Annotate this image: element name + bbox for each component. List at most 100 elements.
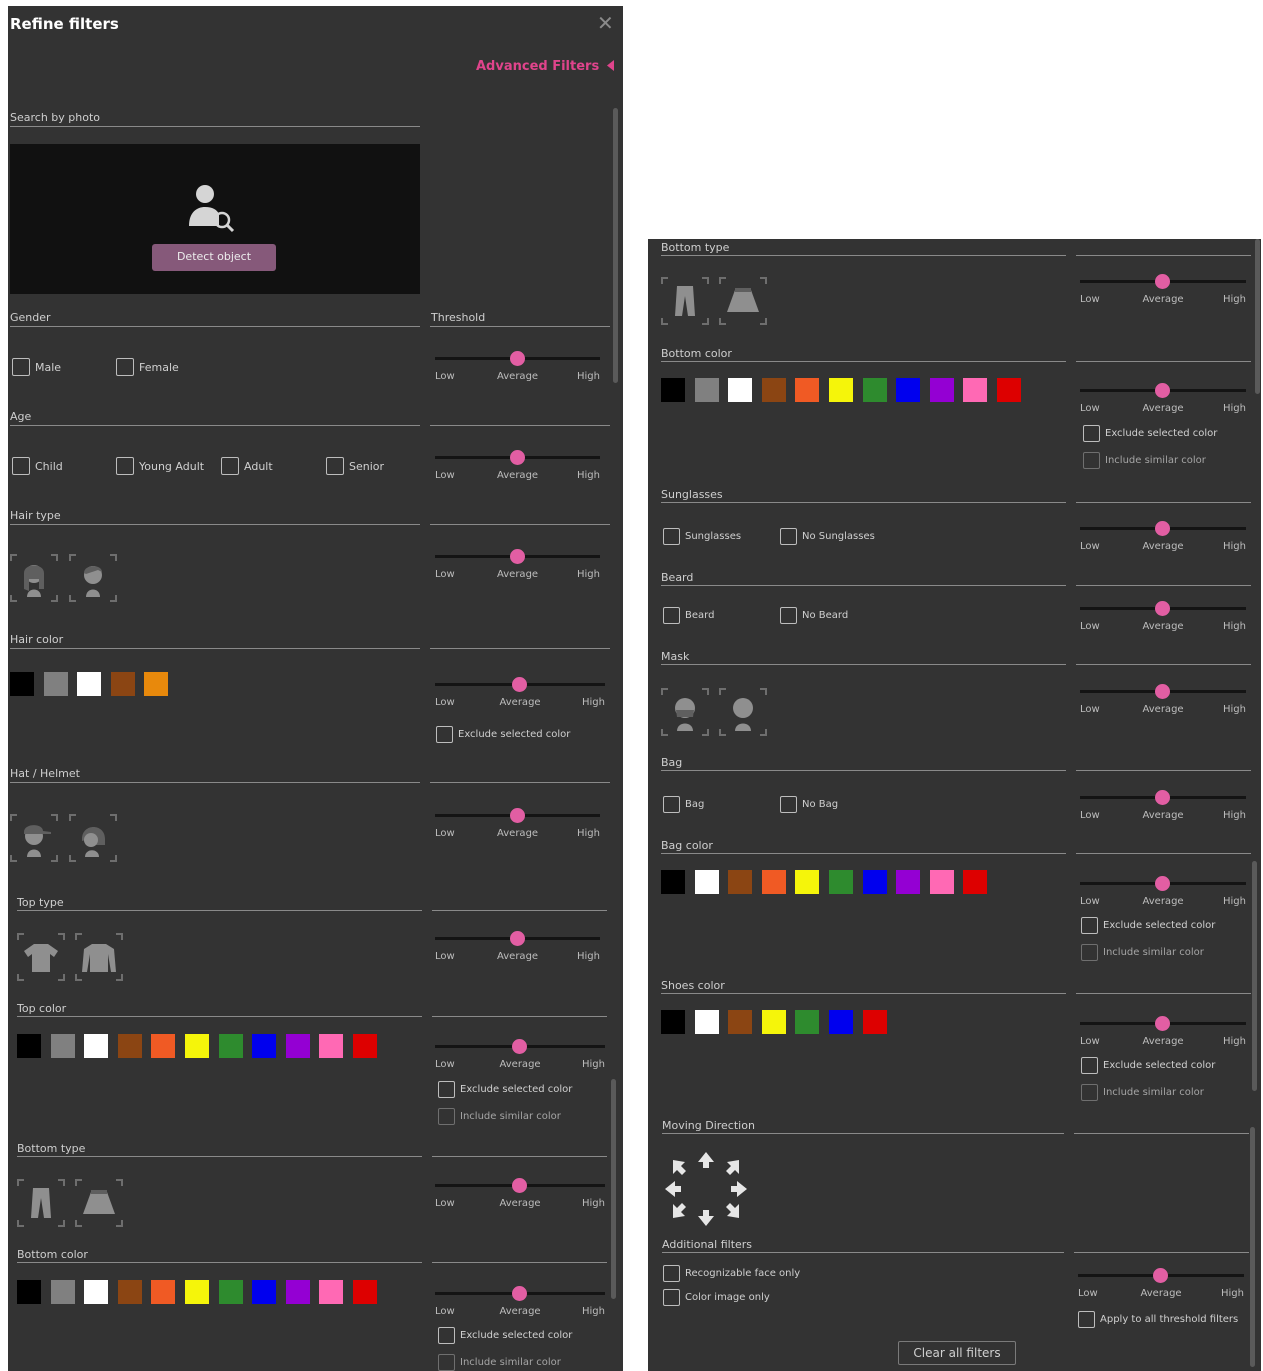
scrollbar-thumb[interactable] [613,108,618,383]
bag-threshold-slider[interactable]: Low Average High [1080,790,1246,826]
bottom-color-threshold-slider[interactable]: Low Average High [435,1286,605,1322]
recognizable-face-checkbox[interactable]: Recognizable face only [663,1265,800,1282]
color-swatch[interactable] [728,1010,753,1034]
slider-handle[interactable] [1155,1016,1170,1031]
color-swatch[interactable] [795,378,820,402]
color-swatch[interactable] [17,1280,41,1304]
no-bag-checkbox[interactable]: No Bag [780,796,838,813]
bottom-exclude-selected-checkbox[interactable]: Exclude selected color [1083,425,1217,442]
no-sunglasses-checkbox[interactable]: No Sunglasses [780,528,875,545]
scrollbar-thumb[interactable] [1255,239,1260,394]
color-swatch[interactable] [795,1010,820,1034]
color-swatch[interactable] [661,870,685,894]
moving-direction-arrows-icon[interactable] [662,1149,750,1229]
gender-threshold-slider[interactable]: Low Average High [435,351,600,387]
top-type-threshold-slider[interactable]: Low Average High [435,931,600,967]
child-checkbox[interactable]: Child [12,457,63,475]
helmet-tile[interactable] [69,814,117,862]
color-swatch[interactable] [353,1034,377,1058]
additional-threshold-slider[interactable]: Low Average High [1078,1268,1244,1304]
color-swatch[interactable] [862,1010,887,1034]
bottom-exclude-selected-checkbox[interactable]: Exclude selected color [438,1327,572,1344]
color-swatch[interactable] [694,378,719,402]
slider-handle[interactable] [512,1286,527,1301]
color-swatch[interactable] [252,1280,277,1304]
hair-type-threshold-slider[interactable]: Low Average High [435,549,600,585]
color-swatch[interactable] [77,672,102,696]
shoes-include-similar-checkbox[interactable]: Include similar color [1081,1084,1204,1101]
bag-exclude-selected-checkbox[interactable]: Exclude selected color [1081,917,1215,934]
color-swatch[interactable] [10,672,34,696]
color-swatch[interactable] [50,1034,75,1058]
skirt-tile[interactable] [75,1179,123,1227]
no-mask-tile[interactable] [719,688,767,736]
trousers-tile[interactable] [661,277,709,325]
cap-tile[interactable] [10,814,58,862]
color-swatch[interactable] [761,1010,786,1034]
shoes-exclude-selected-checkbox[interactable]: Exclude selected color [1081,1057,1215,1074]
slider-handle[interactable] [1155,684,1170,699]
color-swatch[interactable] [728,378,753,402]
close-icon[interactable]: ✕ [597,13,614,33]
color-swatch[interactable] [319,1034,344,1058]
color-swatch[interactable] [218,1034,243,1058]
color-swatch[interactable] [218,1280,243,1304]
hair-exclude-selected-checkbox[interactable]: Exclude selected color [436,726,570,743]
color-swatch[interactable] [285,1280,310,1304]
color-swatch[interactable] [963,870,988,894]
color-swatch[interactable] [84,1034,109,1058]
color-swatch[interactable] [144,672,169,696]
color-swatch[interactable] [661,378,685,402]
color-swatch[interactable] [319,1280,344,1304]
color-swatch[interactable] [252,1034,277,1058]
short-hair-tile[interactable] [69,554,117,602]
color-swatch[interactable] [117,1034,142,1058]
bottom-color-threshold-slider[interactable]: Low Average High [1080,383,1246,419]
slider-handle[interactable] [512,1178,527,1193]
color-swatch[interactable] [963,378,988,402]
adult-checkbox[interactable]: Adult [221,457,273,475]
scrollbar-thumb[interactable] [611,1079,616,1299]
slider-handle[interactable] [1155,601,1170,616]
short-sleeve-top-tile[interactable] [17,933,65,981]
color-swatch[interactable] [185,1034,209,1058]
color-swatch[interactable] [795,870,820,894]
color-swatch[interactable] [185,1280,209,1304]
young-adult-checkbox[interactable]: Young Adult [116,457,204,475]
beard-threshold-slider[interactable]: Low Average High [1080,601,1246,637]
color-swatch[interactable] [829,1010,853,1034]
color-swatch[interactable] [929,870,954,894]
top-color-threshold-slider[interactable]: Low Average High [435,1039,605,1075]
no-beard-checkbox[interactable]: No Beard [780,607,848,624]
color-swatch[interactable] [997,378,1021,402]
color-swatch[interactable] [761,378,786,402]
beard-checkbox[interactable]: Beard [663,607,714,624]
color-image-checkbox[interactable]: Color image only [663,1289,770,1306]
trousers-tile[interactable] [17,1179,65,1227]
bottom-include-similar-checkbox[interactable]: Include similar color [438,1354,561,1371]
slider-handle[interactable] [509,450,525,465]
bag-checkbox[interactable]: Bag [663,796,704,813]
age-threshold-slider[interactable]: Low Average High [435,450,600,486]
color-swatch[interactable] [353,1280,377,1304]
color-swatch[interactable] [117,1280,142,1304]
mask-tile[interactable] [661,688,709,736]
color-swatch[interactable] [151,1280,176,1304]
long-sleeve-top-tile[interactable] [75,933,123,981]
top-exclude-selected-checkbox[interactable]: Exclude selected color [438,1081,572,1098]
color-swatch[interactable] [829,378,853,402]
bag-color-threshold-slider[interactable]: Low Average High [1080,876,1246,912]
male-checkbox[interactable]: Male [12,358,61,376]
bottom-type-threshold-slider[interactable]: Low Average High [1080,274,1246,310]
color-swatch[interactable] [761,870,786,894]
slider-handle[interactable] [1155,790,1170,805]
color-swatch[interactable] [829,870,853,894]
color-swatch[interactable] [728,870,753,894]
color-swatch[interactable] [84,1280,109,1304]
photo-drop-zone[interactable]: Detect object [10,144,420,294]
skirt-tile[interactable] [719,277,767,325]
scrollbar-thumb[interactable] [1250,1127,1255,1367]
slider-handle[interactable] [1153,1268,1168,1283]
color-swatch[interactable] [862,870,887,894]
slider-handle[interactable] [1155,274,1170,289]
